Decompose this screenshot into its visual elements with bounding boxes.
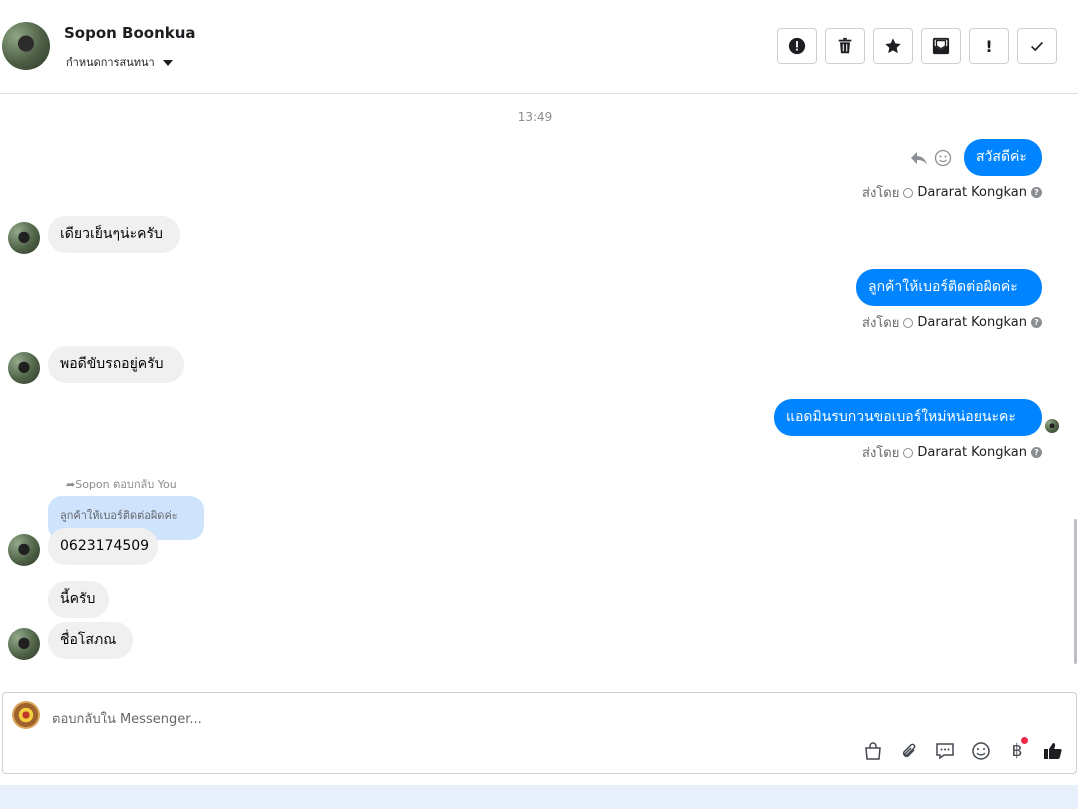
conversation-header: Sopon Boonkua กำหนดการสนทนา ! xyxy=(0,0,1078,94)
seen-avatar xyxy=(1045,419,1059,433)
mark-done-button[interactable] xyxy=(1017,28,1057,64)
help-icon[interactable]: ? xyxy=(1031,317,1042,328)
reply-input[interactable]: ตอบกลับใน Messenger... xyxy=(52,708,202,729)
report-spam-button[interactable] xyxy=(777,28,817,64)
mark-unread-button[interactable] xyxy=(921,28,961,64)
help-icon[interactable]: ? xyxy=(1031,187,1042,198)
exclamation-icon: ! xyxy=(985,36,993,56)
like-button[interactable] xyxy=(1042,740,1064,762)
message-thread[interactable]: 13:49 สวัสดีค่ะ ส่งโดย Dararat Kongkan ?… xyxy=(0,94,1078,684)
verified-icon xyxy=(903,187,914,198)
header-actions: ! xyxy=(777,28,1057,64)
check-icon xyxy=(1031,41,1043,52)
agent-name: Dararat Kongkan xyxy=(917,445,1027,460)
sent-by-label: ส่งโดย xyxy=(862,186,900,201)
caret-down-icon xyxy=(162,59,173,66)
sent-by-line: ส่งโดย Dararat Kongkan ? xyxy=(862,182,1042,203)
star-icon xyxy=(885,38,901,54)
message-bubble-incoming[interactable]: เดียวเย็นๆน่ะครับ xyxy=(48,216,180,253)
contact-name[interactable]: Sopon Boonkua xyxy=(64,24,196,42)
message-timestamp: 13:49 xyxy=(517,110,553,124)
chat-bubble-icon xyxy=(936,743,954,760)
verified-icon xyxy=(903,447,914,458)
sender-avatar xyxy=(8,222,40,254)
sender-avatar xyxy=(8,628,40,660)
assign-conversation-dropdown[interactable]: กำหนดการสนทนา xyxy=(66,53,173,71)
shopping-bag-icon xyxy=(865,742,881,760)
emoji-reaction-icon[interactable] xyxy=(934,149,952,167)
footer-strip xyxy=(0,785,1078,809)
shop-button[interactable] xyxy=(862,740,884,762)
message-bubble-incoming[interactable]: 0623174509 xyxy=(48,528,158,565)
reply-composer: ตอบกลับใน Messenger... ฿ xyxy=(2,692,1077,774)
agent-name: Dararat Kongkan xyxy=(917,185,1027,200)
sender-avatar xyxy=(8,352,40,384)
saved-replies-button[interactable] xyxy=(934,740,956,762)
composer-tools: ฿ xyxy=(862,737,1064,762)
verified-icon xyxy=(903,317,914,328)
message-bubble-outgoing[interactable]: ลูกค้าให้เบอร์ติดต่อผิดค่ะ xyxy=(856,269,1042,306)
scrollbar-thumb[interactable] xyxy=(1074,519,1077,664)
attach-button[interactable] xyxy=(898,740,920,762)
help-icon[interactable]: ? xyxy=(1031,447,1042,458)
message-hover-actions xyxy=(910,149,952,167)
message-bubble-incoming[interactable]: นี้ครับ xyxy=(48,581,109,618)
assign-conversation-label: กำหนดการสนทนา xyxy=(66,56,155,69)
emoji-icon xyxy=(972,742,990,760)
sent-by-line: ส่งโดย Dararat Kongkan ? xyxy=(862,312,1042,333)
message-bubble-outgoing[interactable]: สวัสดีค่ะ xyxy=(964,139,1042,176)
mark-unread-icon xyxy=(932,37,950,55)
star-button[interactable] xyxy=(873,28,913,64)
payment-button[interactable]: ฿ xyxy=(1006,737,1028,762)
trash-icon xyxy=(838,37,852,54)
emoji-button[interactable] xyxy=(970,740,992,762)
flag-button[interactable]: ! xyxy=(969,28,1009,64)
sent-by-label: ส่งโดย xyxy=(862,316,900,331)
notification-dot xyxy=(1021,737,1028,744)
reply-context-text: Sopon ตอบกลับ You xyxy=(75,478,177,491)
reply-arrow-icon: ➦ xyxy=(66,478,76,491)
sent-by-label: ส่งโดย xyxy=(862,446,900,461)
page-avatar xyxy=(12,701,40,729)
reply-context-note: ➦Sopon ตอบกลับ You xyxy=(66,475,177,493)
delete-button[interactable] xyxy=(825,28,865,64)
thread-scrollbar[interactable] xyxy=(1072,94,1078,684)
message-bubble-incoming[interactable]: พอดีขับรถอยู่ครับ xyxy=(48,346,184,383)
message-bubble-outgoing[interactable]: แอดมินรบกวนขอเบอร์ใหม่หน่อยนะคะ xyxy=(774,399,1042,436)
sent-by-line: ส่งโดย Dararat Kongkan ? xyxy=(862,442,1042,463)
paperclip-icon xyxy=(902,743,916,758)
agent-name: Dararat Kongkan xyxy=(917,315,1027,330)
alert-circle-icon xyxy=(788,37,806,55)
message-bubble-incoming[interactable]: ชื่อโสภณ xyxy=(48,622,133,659)
sender-avatar xyxy=(8,534,40,566)
baht-icon: ฿ xyxy=(1011,741,1023,761)
reply-icon[interactable] xyxy=(910,150,928,166)
contact-avatar[interactable] xyxy=(2,22,50,70)
thumbs-up-icon xyxy=(1044,743,1062,759)
